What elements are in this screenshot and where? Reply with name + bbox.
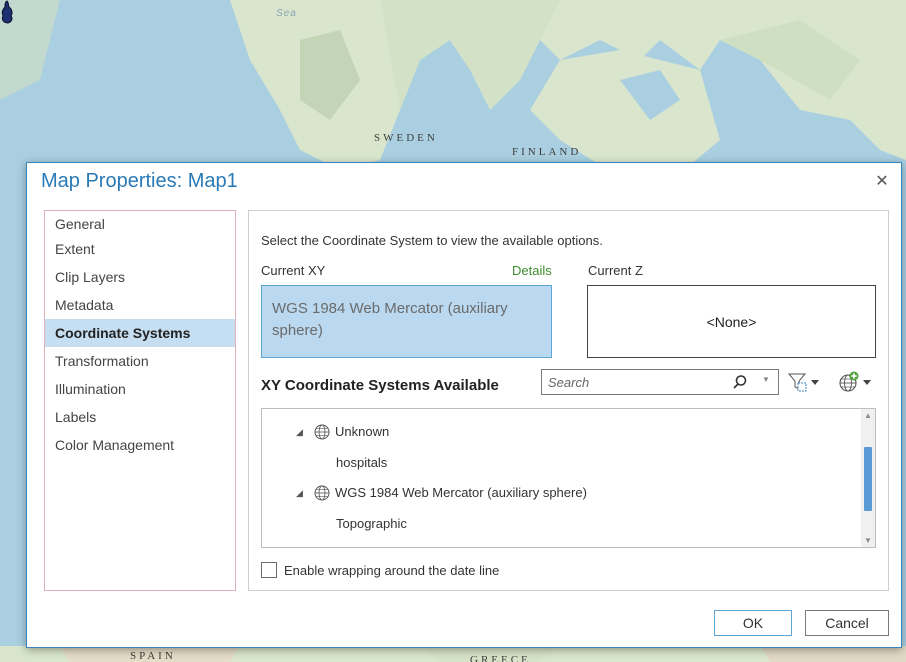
scroll-down-icon[interactable]: ▼ <box>864 536 872 545</box>
wrap-date-line-option: Enable wrapping around the date line <box>261 561 499 579</box>
map-label-finland: FINLAND <box>512 146 582 158</box>
wrap-date-line-checkbox[interactable] <box>261 562 277 578</box>
nav-item-clip-layers[interactable]: Clip Layers <box>45 263 235 291</box>
cancel-button[interactable]: Cancel <box>805 610 889 636</box>
current-xy-label: Current XY <box>261 263 326 278</box>
search-input[interactable] <box>542 370 734 394</box>
coordinate-systems-panel: Select the Coordinate System to view the… <box>248 210 889 591</box>
globe-icon <box>314 424 330 440</box>
nav-item-extent[interactable]: Extent <box>45 235 235 263</box>
nav-item-coordinate-systems[interactable]: Coordinate Systems <box>45 319 235 347</box>
scroll-up-icon[interactable]: ▲ <box>864 411 872 420</box>
tree-scrollbar[interactable]: ▲ ▼ <box>861 409 875 547</box>
nav-item-metadata[interactable]: Metadata <box>45 291 235 319</box>
ok-button[interactable]: OK <box>714 610 792 636</box>
map-properties-dialog: Map Properties: Map1 ✕ General Extent Cl… <box>26 162 902 648</box>
properties-nav: General Extent Clip Layers Metadata Coor… <box>44 210 236 591</box>
nav-item-labels[interactable]: Labels <box>45 403 235 431</box>
globe-icon <box>314 485 330 501</box>
nav-item-transformation[interactable]: Transformation <box>45 347 235 375</box>
map-label-spain: SPAIN <box>130 650 176 662</box>
map-label-sea: Sea <box>276 8 297 19</box>
dialog-title: Map Properties: Map1 <box>41 170 238 192</box>
map-feature-marker-icon[interactable] <box>0 0 14 24</box>
tree-leaf-label: hospitals <box>336 455 388 470</box>
search-box: ▼ <box>541 369 779 395</box>
current-z-label: Current Z <box>588 263 643 278</box>
scrollbar-thumb[interactable] <box>864 447 872 511</box>
available-systems-heading: XY Coordinate Systems Available <box>261 377 499 394</box>
map-label-sweden: SWEDEN <box>374 132 438 144</box>
search-icon[interactable] <box>732 374 748 390</box>
tree-expand-toggle-icon[interactable]: ◢ <box>296 481 303 505</box>
map-label-greece: GREECE <box>470 654 531 662</box>
instruction-text: Select the Coordinate System to view the… <box>261 233 603 248</box>
current-z-value[interactable]: <None> <box>587 285 876 358</box>
tree-group-label: WGS 1984 Web Mercator (auxiliary sphere) <box>335 485 587 500</box>
current-xy-value[interactable]: WGS 1984 Web Mercator (auxiliary sphere) <box>261 285 552 358</box>
wrap-date-line-label: Enable wrapping around the date line <box>284 562 500 578</box>
tree-expand-toggle-icon[interactable]: ◢ <box>296 420 303 444</box>
tree-group-label: Unknown <box>335 424 390 439</box>
filter-icon[interactable] <box>787 371 821 393</box>
close-icon[interactable]: ✕ <box>873 173 891 191</box>
current-z-text: <None> <box>706 313 757 330</box>
nav-item-illumination[interactable]: Illumination <box>45 375 235 403</box>
search-options-chevron-icon[interactable]: ▼ <box>762 375 770 384</box>
tree-leaf-label: Topographic <box>336 516 407 531</box>
add-coordinate-system-icon[interactable] <box>837 371 873 393</box>
nav-item-general[interactable]: General <box>45 213 235 235</box>
nav-item-color-management[interactable]: Color Management <box>45 431 235 459</box>
coordinate-systems-tree: ◢ Unknown hospitals ◢ WGS 1984 Web Merca… <box>261 408 876 548</box>
details-link[interactable]: Details <box>512 263 552 278</box>
